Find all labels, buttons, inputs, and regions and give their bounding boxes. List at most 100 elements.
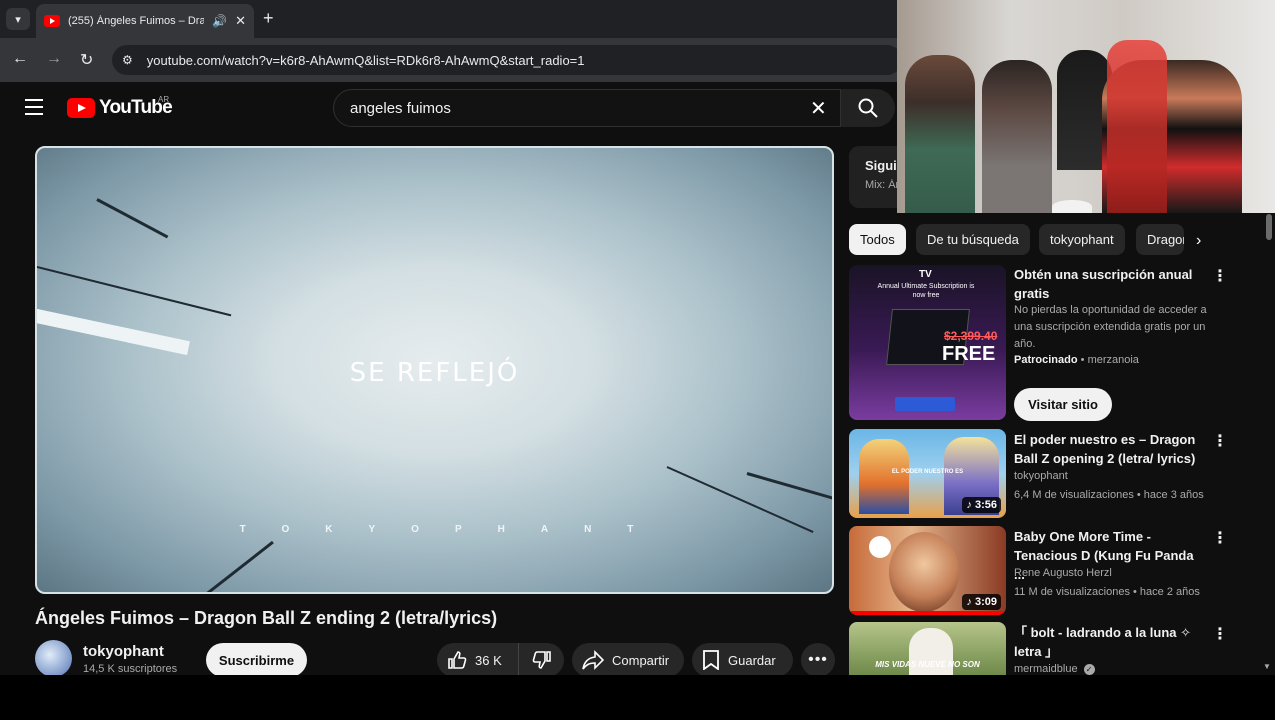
- thumb-text: EL PODER NUESTRO ES: [891, 469, 964, 475]
- youtube-logo[interactable]: YouTube: [67, 97, 173, 119]
- save-label: Guardar: [728, 652, 776, 668]
- dot-separator: •: [1080, 354, 1088, 366]
- video-more-icon[interactable]: ⋮: [1212, 624, 1228, 644]
- share-label: Compartir: [612, 652, 670, 668]
- video-title-link[interactable]: 「 bolt - ladrando a la luna ✧ letra 」: [1014, 623, 1204, 661]
- scrollbar-thumb[interactable]: [1266, 214, 1272, 240]
- close-tab-icon[interactable]: ✕: [235, 13, 246, 29]
- youtube-play-icon: [67, 98, 95, 118]
- speed-line: [37, 266, 232, 317]
- lyric-caption: SE REFLEJÓ: [349, 358, 520, 388]
- visit-site-button[interactable]: Visitar sitio: [1014, 388, 1112, 421]
- reload-icon[interactable]: ↻: [80, 50, 93, 70]
- bookmark-icon: [703, 650, 719, 670]
- video-thumbnail[interactable]: ♪ 3:09: [849, 526, 1006, 615]
- share-icon: [582, 650, 604, 670]
- video-thumbnail[interactable]: EL PODER NUESTRO ES ♪ 3:56: [849, 429, 1006, 518]
- tab-search-button[interactable]: ▾: [6, 8, 30, 30]
- ad-thumbnail[interactable]: TV Annual Ultimate Subscription is now f…: [849, 265, 1006, 420]
- url-text[interactable]: youtube.com/watch?v=k6r8-AhAwmQ&list=RDk…: [147, 53, 585, 68]
- chip-todos[interactable]: Todos: [849, 224, 906, 255]
- channel-name[interactable]: tokyophant: [83, 643, 164, 660]
- scroll-down-arrow-icon[interactable]: ▼: [1263, 662, 1271, 671]
- thumbs-down-icon: [532, 651, 551, 669]
- dislike-button[interactable]: [519, 650, 564, 670]
- thumbs-up-icon: [448, 651, 467, 669]
- address-bar[interactable]: ⚙ youtube.com/watch?v=k6r8-AhAwmQ&list=R…: [112, 45, 902, 75]
- new-tab-button[interactable]: +: [263, 8, 274, 29]
- clear-search-icon[interactable]: ✕: [810, 96, 827, 121]
- search-value[interactable]: angeles fuimos: [350, 100, 451, 117]
- video-more-icon[interactable]: ⋮: [1212, 528, 1228, 548]
- channel-name-text: mermaidblue: [1014, 663, 1078, 675]
- channel-link[interactable]: tokyophant: [1014, 470, 1068, 482]
- page-scrollbar[interactable]: [1265, 213, 1273, 675]
- more-actions-button[interactable]: •••: [801, 643, 835, 677]
- video-meta: 6,4 M de visualizaciones • hace 3 años: [1014, 489, 1204, 501]
- advertiser-name: merzanoia: [1087, 354, 1139, 366]
- menu-icon[interactable]: [25, 99, 43, 115]
- watch-progress-bar: [849, 611, 1006, 615]
- chip-tokyophant[interactable]: tokyophant: [1039, 224, 1125, 255]
- search-icon: [858, 98, 878, 118]
- ad-more-icon[interactable]: ⋮: [1212, 266, 1228, 286]
- site-settings-icon[interactable]: ⚙: [122, 53, 133, 67]
- like-count: 36 K: [475, 652, 502, 668]
- video-watermark: TOKYOPHANT: [239, 524, 670, 535]
- share-button[interactable]: Compartir: [572, 643, 684, 677]
- verified-icon: ✓: [1083, 664, 1095, 675]
- channel-link[interactable]: mermaidblue ✓: [1014, 663, 1095, 675]
- back-arrow-icon[interactable]: ←: [12, 50, 28, 68]
- ad-brand-icon: TV: [919, 269, 932, 280]
- video-thumbnail[interactable]: MIS VIDAS NUEVE NO SON: [849, 622, 1006, 675]
- duration-text: 3:09: [974, 596, 997, 608]
- speed-line: [746, 472, 832, 500]
- subscribe-button[interactable]: Suscribirme: [206, 643, 307, 677]
- screen-bottom-border: [0, 675, 1275, 720]
- speaker-icon[interactable]: 🔊: [212, 14, 227, 28]
- ad-price: $2,399.40: [944, 329, 998, 343]
- video-title-link[interactable]: El poder nuestro es – Dragon Ball Z open…: [1014, 430, 1204, 468]
- person-image: [905, 55, 975, 213]
- chip-de-tu-busqueda[interactable]: De tu búsqueda: [916, 224, 1030, 255]
- chip-dragon[interactable]: Dragon: [1136, 224, 1184, 255]
- chevron-right-icon[interactable]: ›: [1196, 232, 1201, 250]
- goku-figure: [859, 439, 909, 514]
- ad-sponsor-line: Patrocinado • merzanoia: [1014, 354, 1139, 366]
- forward-arrow-icon[interactable]: →: [46, 50, 62, 68]
- gaming-chair-image: [1107, 40, 1167, 213]
- webcam-overlay: [897, 0, 1275, 213]
- tab-title: (255) Ángeles Fuimos – Dragon Ball Z end…: [68, 15, 205, 27]
- ad-title[interactable]: Obtén una suscripción anual gratis: [1014, 265, 1204, 303]
- face-image: [889, 532, 959, 612]
- speed-line: [201, 540, 274, 592]
- search-input[interactable]: angeles fuimos: [333, 89, 841, 127]
- download-button-image: [895, 397, 955, 411]
- music-note-icon: ♪: [966, 596, 975, 608]
- video-player[interactable]: SE REFLEJÓ TOKYOPHANT: [35, 146, 834, 594]
- mug-image: [1052, 200, 1092, 213]
- thumb-text: MIS VIDAS NUEVE NO SON: [875, 660, 980, 669]
- duration-badge: ♪ 3:56: [962, 497, 1001, 513]
- video-meta: 11 M de visualizaciones • hace 2 años: [1014, 586, 1200, 598]
- browser-tab[interactable]: (255) Ángeles Fuimos – Dragon Ball Z end…: [36, 4, 254, 38]
- channel-link[interactable]: Rene Augusto Herzl: [1014, 567, 1112, 579]
- search-button[interactable]: [841, 89, 895, 127]
- sponsored-label: Patrocinado: [1014, 354, 1078, 366]
- video-title: Ángeles Fuimos – Dragon Ball Z ending 2 …: [35, 608, 498, 628]
- speed-line: [37, 308, 190, 356]
- person-image: [982, 60, 1052, 213]
- like-dislike-group: 36 K: [437, 643, 564, 677]
- youtube-favicon-icon: [44, 15, 60, 27]
- music-note-icon: ♪: [966, 499, 975, 511]
- ad-free-label: FREE: [942, 343, 996, 365]
- duration-badge: ♪ 3:09: [962, 594, 1001, 610]
- duration-text: 3:56: [974, 499, 997, 511]
- like-button[interactable]: 36 K: [437, 643, 519, 677]
- save-button[interactable]: Guardar: [692, 643, 793, 677]
- speed-line: [666, 466, 814, 533]
- speed-line: [96, 198, 169, 239]
- flower-image: [869, 536, 891, 558]
- channel-avatar[interactable]: [35, 640, 72, 677]
- video-more-icon[interactable]: ⋮: [1212, 431, 1228, 451]
